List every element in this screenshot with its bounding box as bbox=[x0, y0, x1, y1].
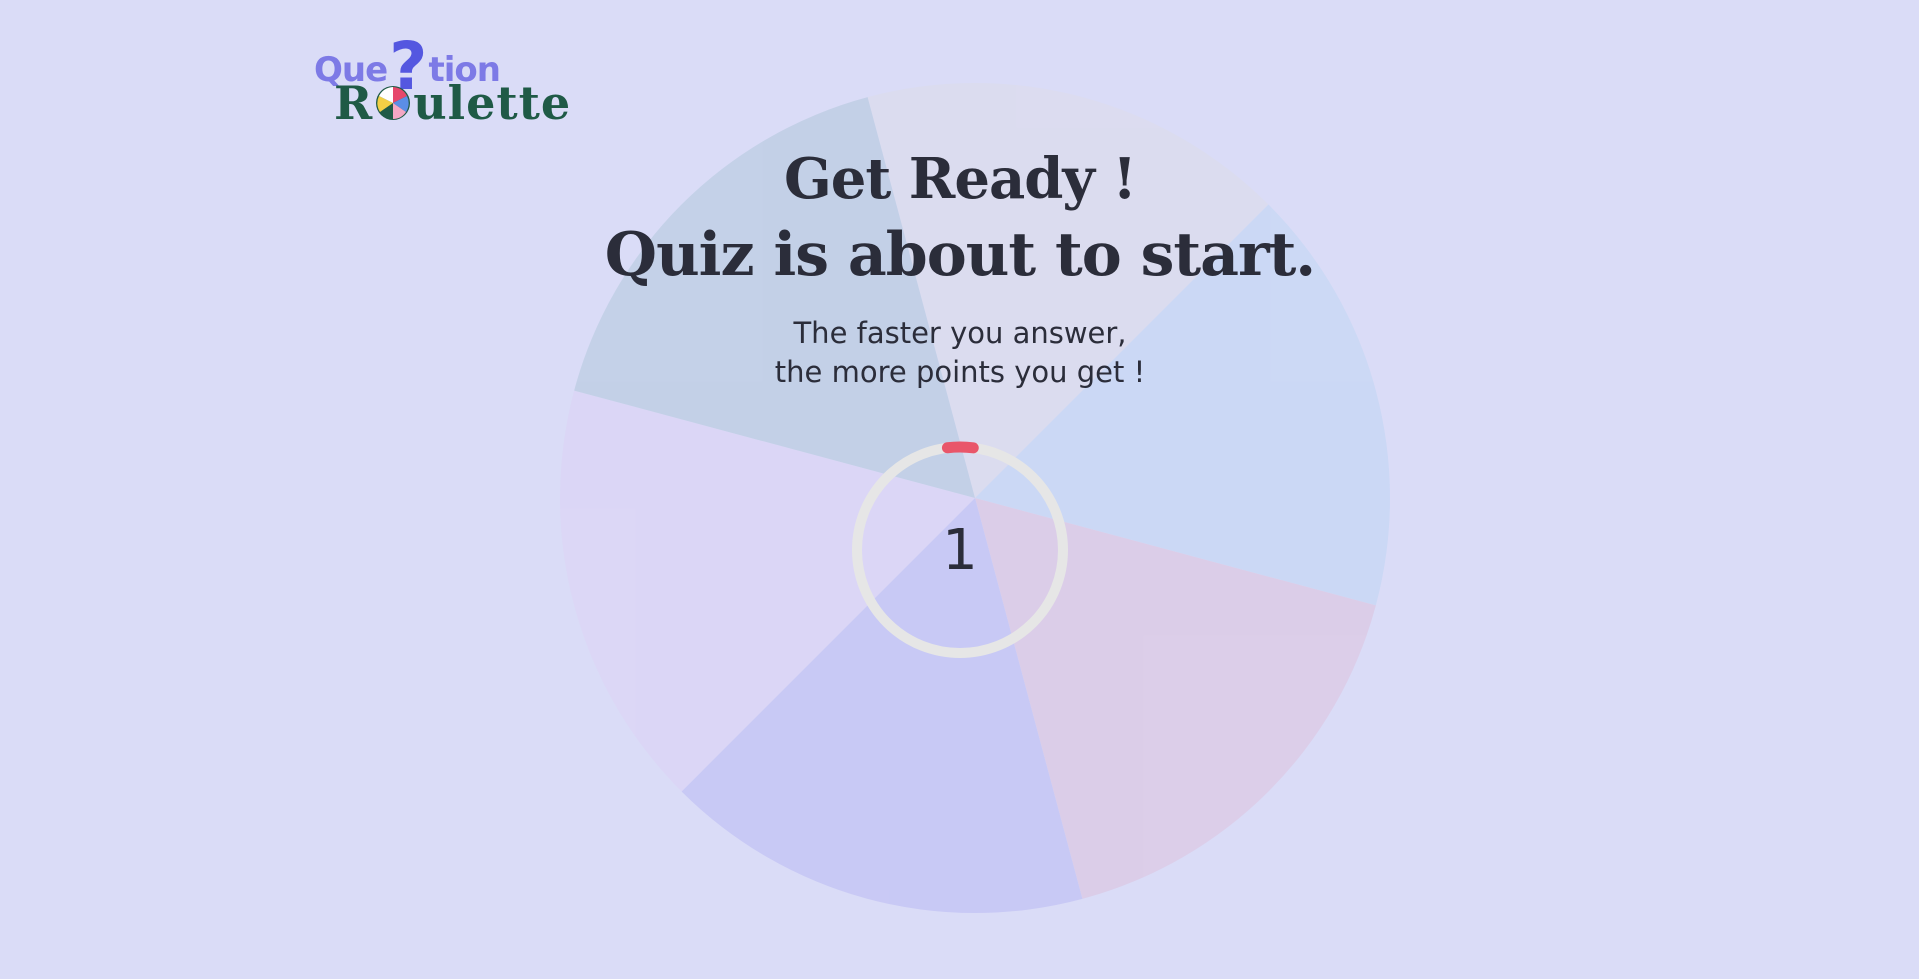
countdown-number: 1 bbox=[942, 518, 978, 583]
logo-line-2: R ulette bbox=[334, 76, 571, 130]
countdown-screen: Que?tion R ulette Get Ready ! Quiz is ab… bbox=[0, 0, 1919, 979]
subtitle-line-2: the more points you get ! bbox=[774, 355, 1146, 389]
subtitle-line-1: The faster you answer, bbox=[793, 316, 1127, 350]
logo-letter-r: R bbox=[334, 76, 374, 130]
logo-word-rest: ulette bbox=[413, 76, 572, 130]
question-roulette-logo[interactable]: Que?tion R ulette bbox=[312, 12, 570, 131]
get-ready-heading: Get Ready ! bbox=[783, 146, 1137, 212]
quiz-start-heading: Quiz is about to start. bbox=[604, 220, 1316, 290]
mini-roulette-wheel-icon bbox=[376, 86, 411, 120]
